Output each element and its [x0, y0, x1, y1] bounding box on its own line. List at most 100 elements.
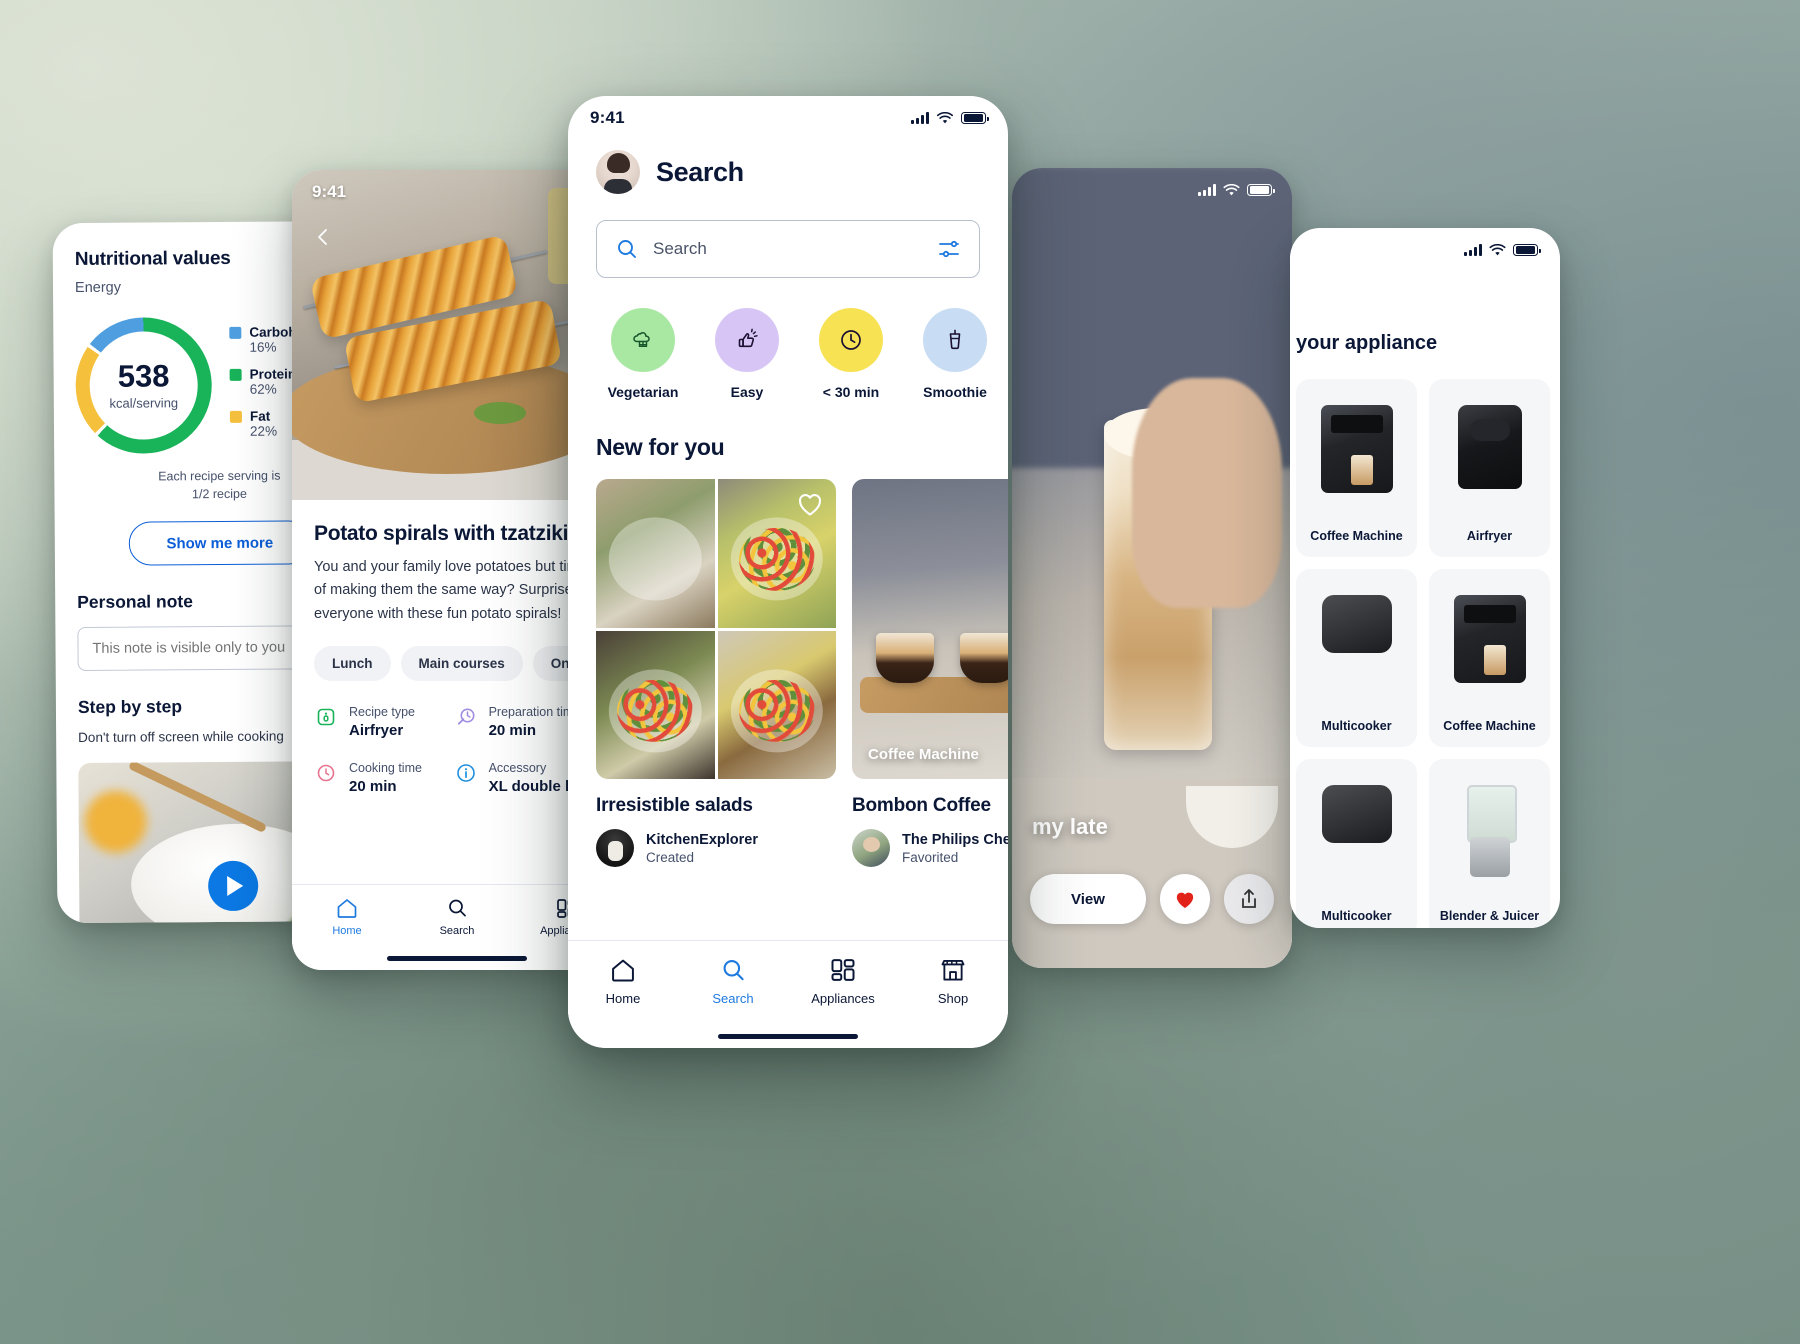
recipe-description: You and your family love potatoes but ti… [314, 559, 588, 622]
tab-home[interactable]: Home [292, 897, 402, 937]
cooker-icon [1321, 595, 1392, 653]
wifi-icon [937, 111, 953, 123]
status-bar: 9:41 [568, 96, 1008, 140]
like-button[interactable] [1160, 874, 1210, 924]
filter-under-30-min[interactable]: < 30 min [804, 308, 898, 400]
page-title: Search [656, 156, 744, 187]
battery-icon [961, 111, 989, 125]
show-me-more-button[interactable]: Show me more [128, 520, 311, 566]
tab-home[interactable]: Home [568, 957, 678, 1006]
author-action: Created [646, 849, 695, 865]
tab-label: Home [332, 925, 362, 937]
avatar[interactable] [596, 150, 640, 194]
favorite-button[interactable] [796, 491, 824, 522]
clock-icon [317, 765, 335, 782]
info-label: Preparation time [488, 705, 581, 720]
battery-icon [1513, 243, 1541, 257]
tab-appliances[interactable]: Appliances [788, 957, 898, 1006]
filter-smoothie[interactable]: Smoothie [908, 308, 1002, 400]
phone-search-screen: 9:41 Search Search Vegetarian Easy < 30 … [568, 96, 1008, 1048]
appliance-grid: Coffee Machine Airfryer Multicooker Coff… [1290, 355, 1560, 928]
search-icon [618, 240, 636, 258]
shop-icon [941, 959, 965, 981]
status-bar [1012, 168, 1292, 212]
coffee-machine-icon [1453, 595, 1526, 683]
back-button[interactable] [306, 220, 340, 254]
filter-vegetarian[interactable]: Vegetarian [596, 308, 690, 400]
blender-icon [1466, 785, 1517, 877]
search-icon [449, 899, 466, 917]
card-image-collage [596, 479, 836, 779]
info-label: Recipe type [349, 705, 416, 720]
tab-label: Shop [937, 991, 969, 1006]
share-button[interactable] [1224, 874, 1274, 924]
filter-label: < 30 min [822, 384, 880, 400]
nutrition-donut-chart: 538 kcal/serving [75, 317, 213, 455]
search-input-placeholder[interactable]: Search [653, 239, 923, 259]
view-button[interactable]: View [1030, 874, 1146, 924]
tab-search[interactable]: Search [678, 957, 788, 1006]
video-actions: View [1012, 874, 1292, 924]
signal-icon [1464, 244, 1482, 256]
status-time: 9:41 [590, 108, 625, 127]
tab-shop[interactable]: Shop [898, 957, 1008, 1006]
avatar [852, 829, 890, 867]
tag-chip[interactable]: Lunch [314, 646, 391, 682]
bottom-tab-bar: Home Search Appliances [568, 940, 1008, 1048]
info-cooking-time: Cooking time 20 min [314, 761, 440, 795]
video-media [1012, 168, 1292, 968]
author-name: The Philips Chef [902, 831, 1008, 848]
recipe-info-grid: Recipe type Airfryer Preparation time 20… [314, 705, 600, 795]
tab-search[interactable]: Search [402, 897, 512, 937]
author-name: KitchenExplorer [646, 831, 758, 848]
coffee-machine-icon [1320, 405, 1393, 493]
clock-icon [819, 308, 883, 372]
thumbs-up-icon [715, 308, 779, 372]
home-icon [612, 959, 634, 982]
phone-appliances-screen: your appliance Coffee Machine Airfryer M… [1290, 228, 1560, 928]
video-overlay-text: my late [1032, 814, 1108, 839]
appliance-cell[interactable]: Blender & Juicer [1429, 759, 1550, 928]
signal-icon [1198, 184, 1216, 196]
play-icon[interactable] [208, 860, 259, 912]
info-label: Cooking time [349, 761, 422, 776]
info-value: Airfryer [349, 722, 404, 740]
appliances-heading: your appliance [1296, 332, 1438, 354]
tab-label: Home [605, 991, 641, 1006]
info-circle-icon [456, 764, 475, 783]
search-field[interactable]: Search [596, 220, 980, 278]
recipe-tag-list: Lunch Main courses One pan [314, 646, 622, 682]
appliance-cell[interactable]: Coffee Machine [1429, 569, 1550, 747]
filter-easy[interactable]: Easy [700, 308, 794, 400]
legend-label-protein: Protein [249, 366, 297, 382]
filter-icon[interactable] [937, 237, 961, 261]
cooker-icon [1321, 785, 1392, 843]
card-bombon-coffee[interactable]: Coffee Machine Bombon Coffee The Philips… [852, 479, 1008, 867]
heart-outline-icon [799, 494, 821, 516]
home-icon [337, 899, 357, 918]
appliance-cell[interactable]: Airfryer [1429, 379, 1550, 557]
status-time: 9:41 [312, 182, 347, 201]
card-irresistible-salads[interactable]: Irresistible salads KitchenExplorer Crea… [596, 479, 836, 867]
card-author: KitchenExplorer Created [596, 829, 836, 867]
appliance-cell[interactable]: Multicooker [1296, 569, 1417, 747]
card-image: Coffee Machine [852, 479, 1008, 779]
author-action: Favorited [902, 849, 959, 865]
wifi-icon [1223, 183, 1240, 195]
signal-icon [911, 112, 929, 124]
battery-icon [1247, 183, 1275, 197]
card-title: Irresistible salads [596, 795, 753, 816]
broccoli-icon [611, 308, 675, 372]
share-icon [1242, 889, 1256, 908]
tab-label: Search [712, 991, 754, 1006]
tag-chip[interactable]: Main courses [400, 646, 523, 682]
info-value: 20 min [349, 778, 397, 796]
home-indicator [718, 1034, 858, 1039]
appliance-cell[interactable]: Multicooker [1296, 759, 1417, 928]
smoothie-icon [923, 308, 987, 372]
appliance-cell[interactable]: Coffee Machine [1296, 379, 1417, 557]
appliance-label: Multicooker [1321, 909, 1392, 923]
kcal-unit: kcal/serving [109, 395, 179, 411]
prep-time-icon [457, 708, 475, 726]
filter-chip-row: Vegetarian Easy < 30 min Smoothie [568, 278, 1008, 400]
